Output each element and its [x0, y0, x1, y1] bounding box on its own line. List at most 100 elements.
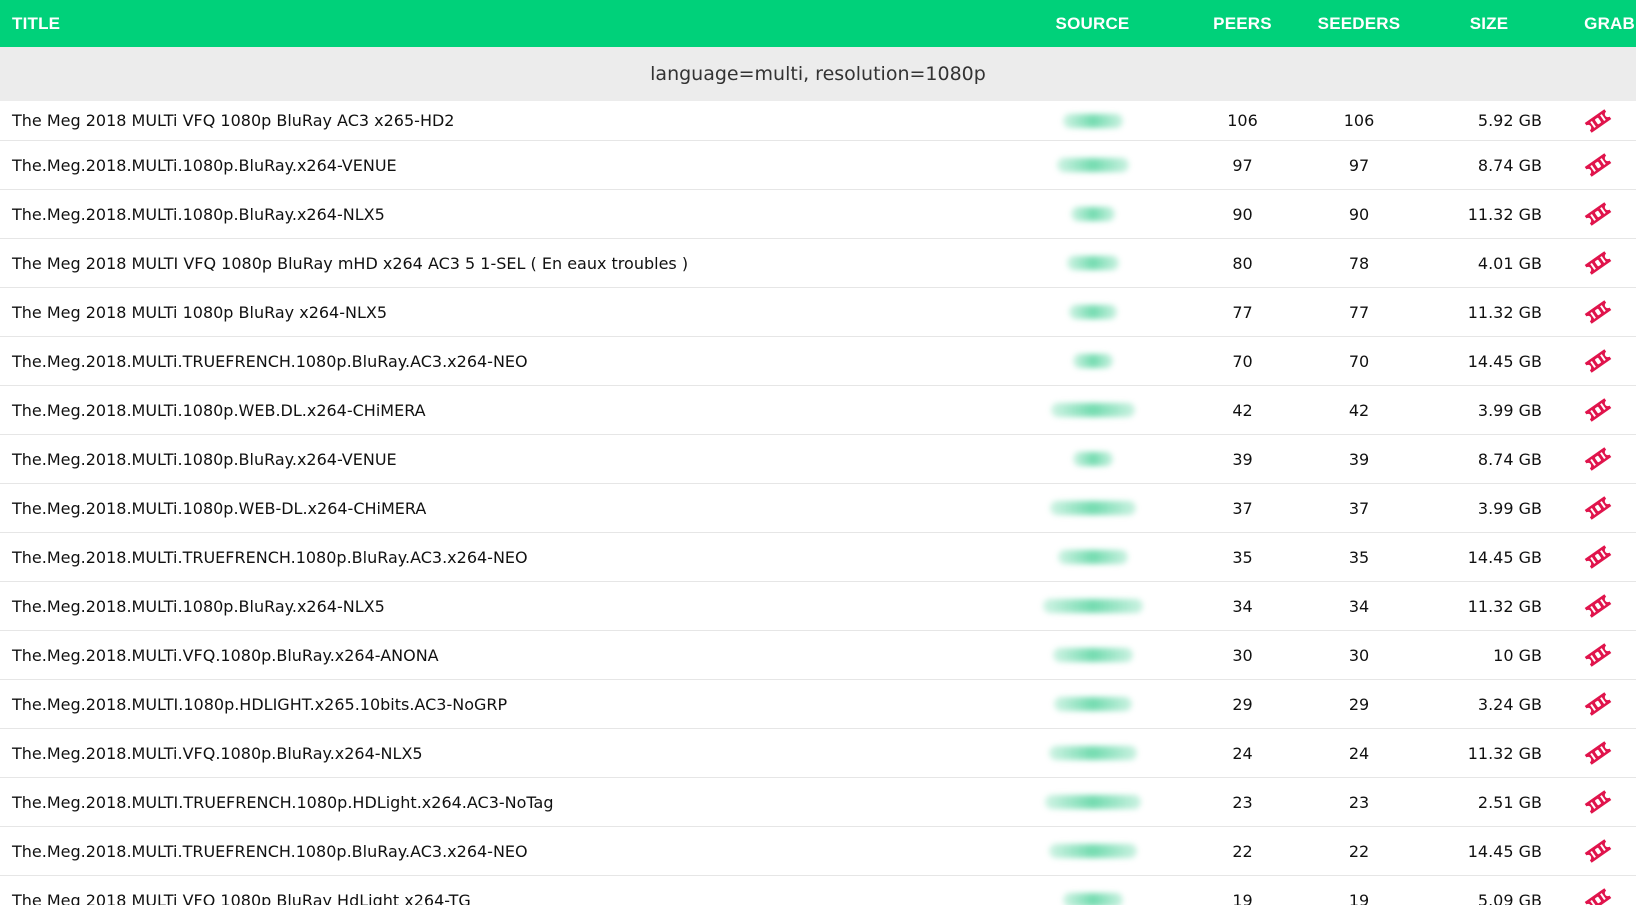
- grab-button[interactable]: [1581, 638, 1615, 672]
- table-row[interactable]: The.Meg.2018.MULTI.TRUEFRENCH.1080p.HDLi…: [0, 778, 1636, 827]
- grab-button[interactable]: [1581, 295, 1615, 329]
- blurred-source: [1050, 403, 1135, 417]
- grab-button[interactable]: [1581, 736, 1615, 770]
- file-size: 3.24 GB: [1477, 694, 1542, 714]
- table-row[interactable]: The.Meg.2018.MULTI.1080p.HDLIGHT.x265.10…: [0, 680, 1636, 729]
- grab-button[interactable]: [1581, 197, 1615, 231]
- release-title[interactable]: The Meg 2018 MULTi 1080p BluRay x264-NLX…: [12, 288, 1002, 336]
- grab-cell: [1560, 190, 1636, 238]
- ticket-icon: [1584, 349, 1612, 373]
- grab-button[interactable]: [1581, 785, 1615, 819]
- grab-button[interactable]: [1581, 540, 1615, 574]
- blurred-source: [1052, 648, 1133, 662]
- seeders-count: 23: [1348, 792, 1370, 812]
- table-row[interactable]: The Meg 2018 MULTi VFQ 1080p BluRay AC3 …: [0, 101, 1636, 141]
- blurred-source: [1044, 795, 1141, 809]
- peers-count: 90: [1232, 204, 1253, 224]
- grab-button[interactable]: [1581, 883, 1615, 905]
- release-title[interactable]: The Meg 2018 MULTi VFQ 1080p BluRay HdLi…: [12, 876, 1002, 905]
- table-row[interactable]: The.Meg.2018.MULTi.1080p.BluRay.x264-NLX…: [0, 190, 1636, 239]
- grab-cell: [1560, 288, 1636, 336]
- table-row[interactable]: The.Meg.2018.MULTi.1080p.WEB-DL.x264-CHi…: [0, 484, 1636, 533]
- grab-button[interactable]: [1581, 148, 1615, 182]
- table-row[interactable]: The.Meg.2018.MULTi.TRUEFRENCH.1080p.BluR…: [0, 533, 1636, 582]
- ticket-icon: [1584, 888, 1612, 905]
- file-size: 14.45 GB: [1467, 547, 1542, 567]
- release-title[interactable]: The Meg 2018 MULTi VFQ 1080p BluRay AC3 …: [12, 101, 1002, 140]
- source-cell: [1000, 484, 1185, 532]
- file-size: 5.92 GB: [1477, 111, 1542, 130]
- seeders-count: 35: [1348, 547, 1370, 567]
- grab-button[interactable]: [1581, 246, 1615, 280]
- release-title[interactable]: The.Meg.2018.MULTI.TRUEFRENCH.1080p.HDLi…: [12, 778, 1002, 826]
- peers-count: 34: [1232, 596, 1253, 616]
- peers-count: 22: [1232, 841, 1253, 861]
- release-title[interactable]: The.Meg.2018.MULTi.TRUEFRENCH.1080p.BluR…: [12, 533, 1002, 581]
- peers-count: 39: [1232, 449, 1253, 469]
- release-title[interactable]: The Meg 2018 MULTI VFQ 1080p BluRay mHD …: [12, 239, 1002, 287]
- peers-count: 97: [1232, 155, 1253, 175]
- table-row[interactable]: The.Meg.2018.MULTi.1080p.WEB.DL.x264-CHi…: [0, 386, 1636, 435]
- file-size: 4.01 GB: [1477, 253, 1542, 273]
- grab-button[interactable]: [1581, 344, 1615, 378]
- table-row[interactable]: The.Meg.2018.MULTi.1080p.BluRay.x264-VEN…: [0, 435, 1636, 484]
- column-header-peers[interactable]: PEERS: [1185, 0, 1300, 47]
- release-title[interactable]: The.Meg.2018.MULTI.1080p.HDLIGHT.x265.10…: [12, 680, 1002, 728]
- peers-count: 106: [1227, 111, 1258, 130]
- seeders-count: 42: [1348, 400, 1370, 420]
- release-title[interactable]: The.Meg.2018.MULTi.1080p.BluRay.x264-NLX…: [12, 190, 1002, 238]
- release-title[interactable]: The.Meg.2018.MULTi.1080p.BluRay.x264-VEN…: [12, 141, 1002, 189]
- table-row[interactable]: The.Meg.2018.MULTi.VFQ.1080p.BluRay.x264…: [0, 631, 1636, 680]
- source-cell: [1000, 631, 1185, 679]
- source-cell: [1000, 101, 1185, 140]
- file-size: 8.74 GB: [1477, 155, 1542, 175]
- file-size: 10 GB: [1493, 645, 1542, 665]
- grab-button[interactable]: [1581, 834, 1615, 868]
- column-header-title[interactable]: TITLE: [12, 0, 60, 47]
- grab-button[interactable]: [1581, 104, 1615, 138]
- grab-button[interactable]: [1581, 589, 1615, 623]
- column-header-seeders[interactable]: SEEDERS: [1300, 0, 1418, 47]
- column-header-grab: GRAB: [1584, 14, 1635, 33]
- results-page: TITLE SOURCE PEERS SEEDERS SIZE GRAB lan…: [0, 0, 1636, 905]
- file-size: 14.45 GB: [1467, 841, 1542, 861]
- table-row[interactable]: The.Meg.2018.MULTi.1080p.BluRay.x264-NLX…: [0, 582, 1636, 631]
- source-cell: [1000, 288, 1185, 336]
- release-title[interactable]: The.Meg.2018.MULTi.1080p.BluRay.x264-VEN…: [12, 435, 1002, 483]
- column-header-source[interactable]: SOURCE: [1000, 0, 1185, 47]
- release-title[interactable]: The.Meg.2018.MULTi.1080p.WEB.DL.x264-CHi…: [12, 386, 1002, 434]
- grab-button[interactable]: [1581, 442, 1615, 476]
- release-title[interactable]: The.Meg.2018.MULTi.VFQ.1080p.BluRay.x264…: [12, 631, 1002, 679]
- grab-cell: [1560, 631, 1636, 679]
- release-title[interactable]: The.Meg.2018.MULTi.TRUEFRENCH.1080p.BluR…: [12, 337, 1002, 385]
- blurred-source: [1048, 746, 1137, 760]
- table-row[interactable]: The Meg 2018 MULTI VFQ 1080p BluRay mHD …: [0, 239, 1636, 288]
- seeders-count: 30: [1348, 645, 1370, 665]
- release-title[interactable]: The.Meg.2018.MULTi.VFQ.1080p.BluRay.x264…: [12, 729, 1002, 777]
- grab-cell: [1560, 435, 1636, 483]
- table-row[interactable]: The.Meg.2018.MULTi.1080p.BluRay.x264-VEN…: [0, 141, 1636, 190]
- grab-button[interactable]: [1581, 687, 1615, 721]
- file-size: 11.32 GB: [1467, 302, 1542, 322]
- seeders-count: 19: [1348, 890, 1370, 905]
- ticket-icon: [1584, 741, 1612, 765]
- blurred-source: [1053, 697, 1132, 711]
- ticket-icon: [1584, 202, 1612, 226]
- release-title[interactable]: The.Meg.2018.MULTi.1080p.WEB-DL.x264-CHi…: [12, 484, 1002, 532]
- file-size: 8.74 GB: [1477, 449, 1542, 469]
- table-row[interactable]: The Meg 2018 MULTi 1080p BluRay x264-NLX…: [0, 288, 1636, 337]
- table-row[interactable]: The.Meg.2018.MULTi.TRUEFRENCH.1080p.BluR…: [0, 827, 1636, 876]
- release-title[interactable]: The.Meg.2018.MULTi.1080p.BluRay.x264-NLX…: [12, 582, 1002, 630]
- file-size: 3.99 GB: [1477, 498, 1542, 518]
- table-row[interactable]: The.Meg.2018.MULTi.VFQ.1080p.BluRay.x264…: [0, 729, 1636, 778]
- grab-button[interactable]: [1581, 491, 1615, 525]
- seeders-count: 29: [1348, 694, 1370, 714]
- table-row[interactable]: The.Meg.2018.MULTi.TRUEFRENCH.1080p.BluR…: [0, 337, 1636, 386]
- blurred-source: [1056, 158, 1129, 172]
- peers-count: 80: [1232, 253, 1253, 273]
- grab-cell: [1560, 101, 1636, 140]
- column-header-size[interactable]: SIZE: [1418, 0, 1560, 47]
- release-title[interactable]: The.Meg.2018.MULTi.TRUEFRENCH.1080p.BluR…: [12, 827, 1002, 875]
- table-row[interactable]: The Meg 2018 MULTi VFQ 1080p BluRay HdLi…: [0, 876, 1636, 905]
- grab-button[interactable]: [1581, 393, 1615, 427]
